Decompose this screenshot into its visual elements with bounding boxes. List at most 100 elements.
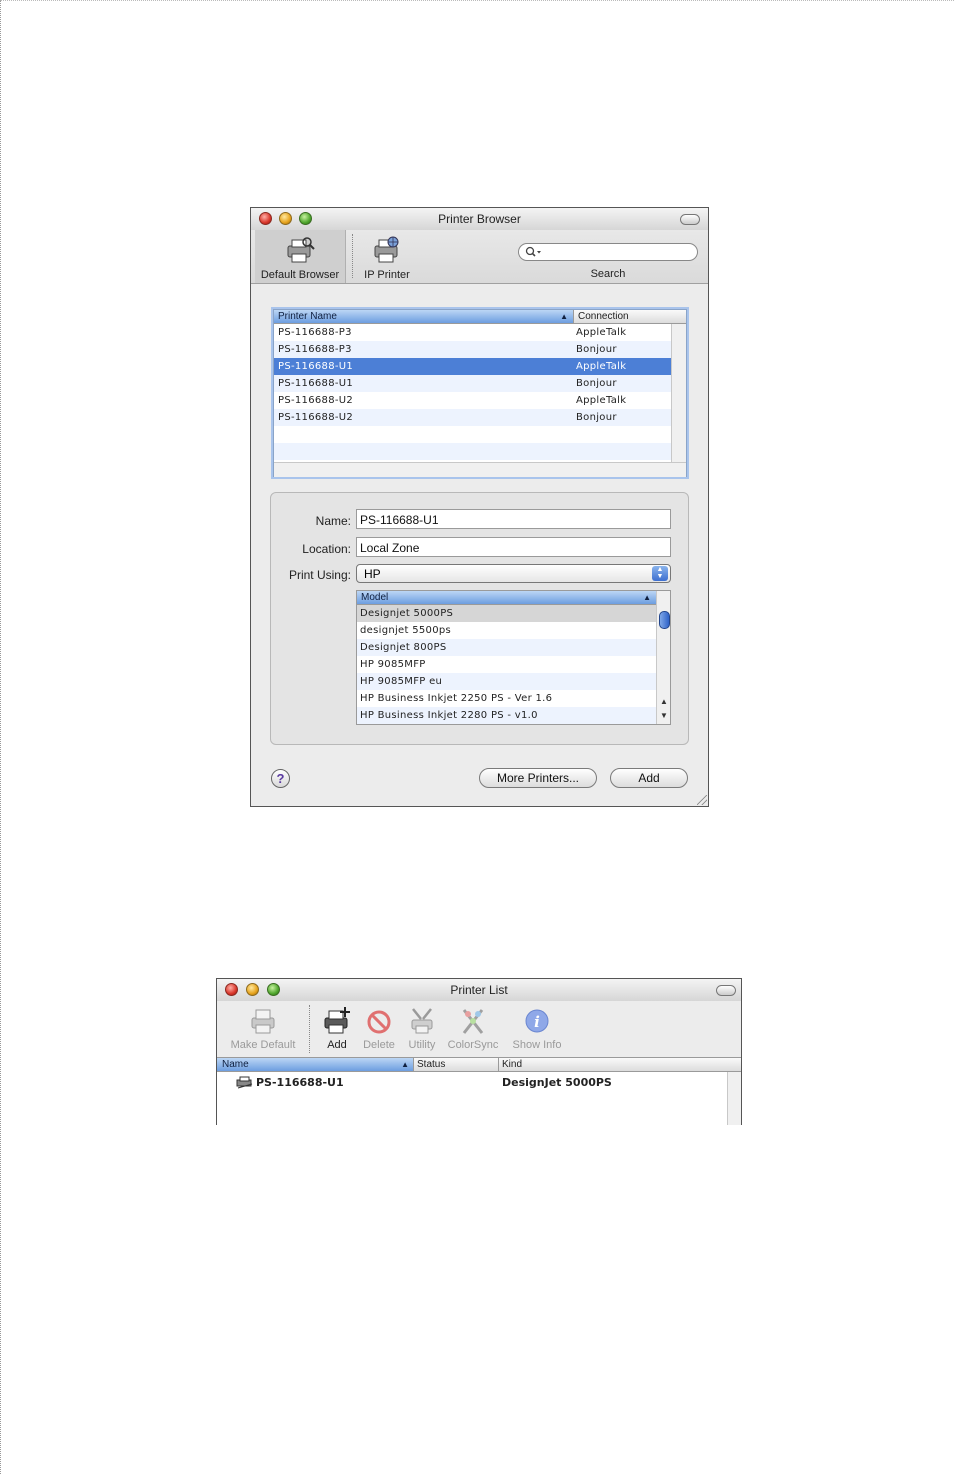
printer-icon <box>251 1009 275 1034</box>
search-label: Search <box>590 268 626 280</box>
scroll-up-arrow-icon[interactable]: ▲ <box>660 697 668 706</box>
model-cell: Designjet 5000PS <box>360 608 454 619</box>
model-header-label: Model <box>361 592 389 603</box>
status-column-label: Status <box>417 1059 446 1070</box>
model-cell: HP Business Inkjet 2280 PS - v1.0 <box>360 710 538 721</box>
title-bar[interactable]: Printer Browser <box>251 208 708 231</box>
window-title: Printer List <box>450 983 508 997</box>
printer-name-cell: PS-116688-U2 <box>278 412 354 423</box>
model-cell: HP 9085MFP <box>360 659 426 670</box>
model-row[interactable]: Designjet 800PS <box>357 639 656 656</box>
model-cell: Designjet 800PS <box>360 642 447 653</box>
show-info-label: Show Info <box>512 1039 562 1051</box>
colorsync-icon <box>462 1009 484 1034</box>
model-cell: designjet 5500ps <box>360 625 452 636</box>
utility-label: Utility <box>408 1039 436 1051</box>
name-field[interactable]: PS-116688-U1 <box>356 509 671 529</box>
title-bar[interactable]: Printer List <box>217 979 741 1002</box>
colorsync-tool[interactable]: ColorSync <box>445 1005 501 1051</box>
delete-tool[interactable]: Delete <box>359 1005 399 1051</box>
toolbar-toggle-button[interactable] <box>716 985 736 996</box>
location-field[interactable]: Local Zone <box>356 537 671 557</box>
table-row-empty <box>274 443 671 460</box>
model-table[interactable]: Model ▲ Designjet 5000PS designjet 5500p… <box>356 590 671 725</box>
default-browser-label: Default Browser <box>260 269 340 281</box>
printer-name-header-label: Printer Name <box>278 311 337 322</box>
printer-details-group: Name: PS-116688-U1 Location: Local Zone … <box>270 492 689 745</box>
sort-ascending-icon: ▲ <box>560 312 568 321</box>
table-row-empty <box>274 426 671 443</box>
scroll-down-arrow-icon[interactable]: ▼ <box>660 711 668 720</box>
sort-ascending-icon: ▲ <box>643 593 651 602</box>
model-row[interactable]: HP 9085MFP <box>357 656 656 673</box>
search-field[interactable] <box>518 243 698 261</box>
table-row[interactable]: PS-116688-U1 Bonjour <box>274 375 671 392</box>
name-column-label: Name <box>222 1059 249 1070</box>
print-using-label: Print Using: <box>288 568 351 582</box>
sort-ascending-icon: ▲ <box>401 1060 409 1069</box>
select-arrows-icon: ▲ ▼ <box>652 566 668 581</box>
name-label: Name: <box>315 514 351 528</box>
status-column-header[interactable]: Status <box>413 1058 498 1072</box>
printer-name-header[interactable]: Printer Name ▲ <box>274 310 573 324</box>
add-printer-icon <box>324 1007 350 1034</box>
toolbar: Make Default Add Delete Utility ColorSyn… <box>217 1001 741 1058</box>
model-header[interactable]: Model ▲ <box>357 591 656 605</box>
table-row[interactable]: PS-116688-U2 Bonjour <box>274 409 671 426</box>
model-row[interactable]: HP Business Inkjet 2280 PS - v1.0 <box>357 707 656 724</box>
model-row[interactable]: designjet 5500ps <box>357 622 656 639</box>
print-using-select[interactable]: HP ▲ ▼ <box>356 564 671 583</box>
resize-grip-icon[interactable] <box>697 795 707 805</box>
connection-cell: AppleTalk <box>576 361 627 372</box>
location-label: Location: <box>302 542 351 556</box>
printer-table[interactable]: Printer Name ▲ Connection PS-116688-P3 A… <box>273 309 687 477</box>
more-printers-button[interactable]: More Printers... <box>479 768 597 788</box>
make-default-label: Make Default <box>230 1039 296 1051</box>
connection-header[interactable]: Connection <box>573 310 686 324</box>
delete-icon <box>367 1010 391 1034</box>
delete-label: Delete <box>363 1039 395 1051</box>
table-row[interactable]: PS-116688-U2 AppleTalk <box>274 392 671 409</box>
model-row[interactable]: HP Business Inkjet 2250 PS - Ver 1.6 <box>357 690 656 707</box>
name-column-header[interactable]: Name ▲ <box>217 1058 413 1072</box>
printer-icon <box>236 1076 253 1089</box>
help-button[interactable]: ? <box>271 769 290 788</box>
vertical-scrollbar[interactable] <box>671 324 686 462</box>
make-default-tool[interactable]: Make Default <box>223 1005 303 1051</box>
help-icon: ? <box>276 771 285 786</box>
vertical-scrollbar[interactable] <box>727 1072 741 1125</box>
connection-cell: AppleTalk <box>576 395 627 406</box>
kind-cell: DesignJet 5000PS <box>502 1076 612 1089</box>
ip-printer-tab[interactable]: IP Printer <box>355 230 419 283</box>
printer-name-cell: PS-116688-U2 <box>278 395 354 406</box>
utility-tool[interactable]: Utility <box>402 1005 442 1051</box>
show-info-tool[interactable]: i Show Info <box>507 1005 567 1051</box>
table-row[interactable]: PS-116688-P3 AppleTalk <box>274 324 671 341</box>
horizontal-scrollbar[interactable] <box>274 462 686 477</box>
printer-name-cell: PS-116688-P3 <box>278 327 352 338</box>
toolbar-separator <box>309 1005 310 1053</box>
printer-list-window: Printer List Make Default Add Delete Uti… <box>216 978 742 1125</box>
printer-browser-icon <box>287 237 315 263</box>
scroll-thumb[interactable] <box>659 611 670 629</box>
connection-cell: Bonjour <box>576 344 617 355</box>
toolbar-toggle-button[interactable] <box>680 214 700 225</box>
kind-column-header[interactable]: Kind <box>498 1058 741 1072</box>
table-row-selected[interactable]: PS-116688-U1 AppleTalk <box>274 358 671 375</box>
model-row-selected[interactable]: Designjet 5000PS <box>357 605 656 622</box>
print-using-value: HP <box>364 567 381 581</box>
model-cell: HP Business Inkjet 2250 PS - Ver 1.6 <box>360 693 553 704</box>
colorsync-label: ColorSync <box>447 1039 499 1051</box>
table-row[interactable]: PS-116688-U1 DesignJet 5000PS <box>217 1074 727 1092</box>
model-row[interactable]: HP 9085MFP eu <box>357 673 656 690</box>
add-tool[interactable]: Add <box>317 1005 357 1051</box>
table-row[interactable]: PS-116688-P3 Bonjour <box>274 341 671 358</box>
default-browser-tab[interactable]: Default Browser <box>255 230 346 283</box>
add-button[interactable]: Add <box>610 768 688 788</box>
connection-header-label: Connection <box>578 311 629 322</box>
window-title: Printer Browser <box>438 212 521 226</box>
printer-list-table[interactable]: Name ▲ Status Kind PS-116688-U1 DesignJe… <box>217 1058 741 1125</box>
model-scrollbar[interactable]: ▲ ▼ <box>656 591 670 724</box>
connection-cell: Bonjour <box>576 412 617 423</box>
svg-text:i: i <box>534 1013 540 1031</box>
